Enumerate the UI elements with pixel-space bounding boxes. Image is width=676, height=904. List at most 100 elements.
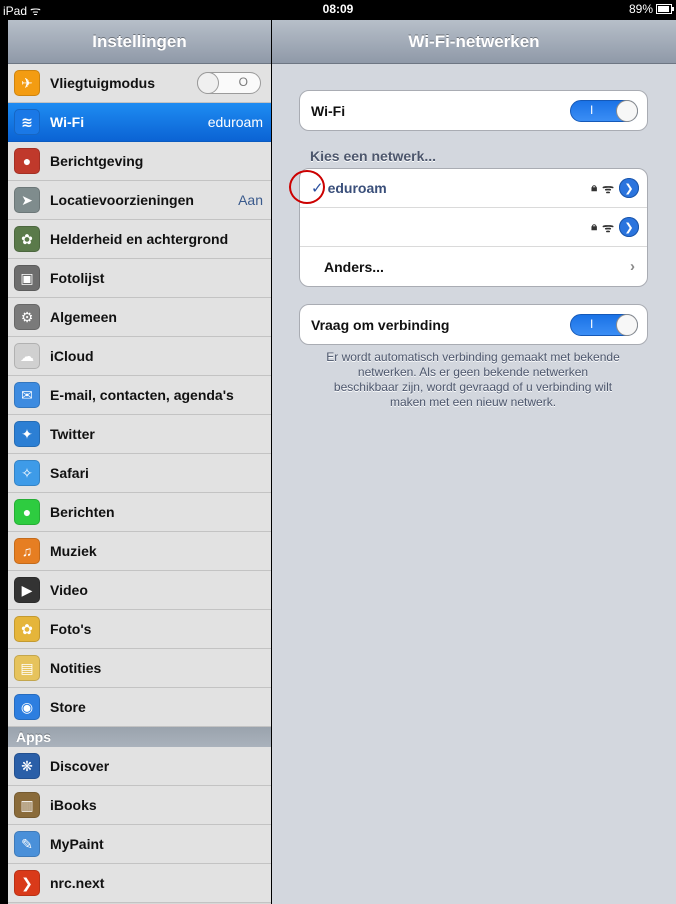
wifi-toggle[interactable]: I (570, 100, 638, 122)
sidebar-item-label: Video (50, 582, 88, 598)
redacted-network-name (348, 216, 384, 236)
sidebar-item-label: MyPaint (50, 836, 104, 852)
wifi-row: Wi-Fi I (300, 91, 647, 130)
other-network-row[interactable]: Anders... › (300, 247, 647, 286)
sidebar-item-label: iCloud (50, 348, 94, 364)
chevron-right-icon: › (630, 258, 635, 275)
sidebar-item-label: Discover (50, 758, 110, 774)
discover-icon: ❋ (14, 753, 40, 779)
sidebar-item-muziek[interactable]: ♫ Muziek (8, 532, 271, 571)
status-bar: iPad ᯤ 08:09 89% (0, 0, 676, 20)
sidebar-item-locatievoorzieningen[interactable]: ➤ Locatievoorzieningen Aan (8, 181, 271, 220)
airplane-icon: ✈ (14, 70, 40, 96)
icloud-icon: ☁ (14, 343, 40, 369)
wifi-networks-panel: Wi-Fi-netwerken Wi-Fi I Kies een netwerk… (272, 20, 676, 904)
nrc-icon: ❯ (14, 870, 40, 896)
settings-sidebar: Instellingen ✈ Vliegtuigmodus O ≋ Wi-Fi eduro… (8, 20, 271, 904)
twitter-icon: ✦ (14, 421, 40, 447)
wifi-strength-icon: ᯤ (602, 220, 614, 235)
apps-section-header: Apps (8, 727, 271, 747)
gear-icon: ⚙ (14, 304, 40, 330)
choose-network-label: Kies een netwerk... (310, 148, 437, 164)
sidebar-item-berichten[interactable]: ● Berichten (8, 493, 271, 532)
toggle-knob (616, 314, 638, 336)
notes-icon: ▤ (14, 655, 40, 681)
network-name: eduroam (327, 180, 387, 196)
ask-join-label: Vraag om verbinding (311, 316, 450, 333)
ask-join-group: Vraag om verbinding I (299, 304, 648, 345)
wifi-icon: ≋ (14, 109, 40, 135)
wifi-toggle-label: I (590, 103, 594, 117)
mail-icon: ✉ (14, 382, 40, 408)
music-icon: ♫ (14, 538, 40, 564)
sidebar-item-video[interactable]: ▶ Video (8, 571, 271, 610)
sidebar-item-helderheid-en-achtergrond[interactable]: ✿ Helderheid en achtergrond (8, 220, 271, 259)
messages-icon: ● (14, 499, 40, 525)
sidebar-item-mypaint[interactable]: ✎ MyPaint (8, 825, 271, 864)
battery-icon (656, 4, 674, 14)
picture-frame-icon: ▣ (14, 265, 40, 291)
sidebar-item-nrc-next[interactable]: ❯ nrc.next (8, 864, 271, 903)
ask-join-row: Vraag om verbinding I (300, 305, 647, 344)
toggle-knob (616, 100, 638, 122)
ask-join-toggle[interactable]: I (570, 314, 638, 336)
sidebar-item-label: Store (50, 699, 86, 715)
notifications-icon: ● (14, 148, 40, 174)
mypaint-icon: ✎ (14, 831, 40, 857)
toggle-knob (197, 72, 219, 94)
sidebar-title: Instellingen (8, 20, 271, 64)
sidebar-item-label: Berichten (50, 504, 115, 520)
network-icons: 🔒︎ ᯤ ❯ (591, 178, 639, 198)
ibooks-icon: ▥ (14, 792, 40, 818)
photos-icon: ✿ (14, 616, 40, 642)
sidebar-item-notities[interactable]: ▤ Notities (8, 649, 271, 688)
sidebar-item-label: Fotolijst (50, 270, 105, 286)
network-detail-button[interactable]: ❯ (619, 178, 639, 198)
sidebar-item-label: E-mail, contacten, agenda's (50, 387, 234, 403)
sidebar-item-algemeen[interactable]: ⚙ Algemeen (8, 298, 271, 337)
network-icons: 🔒︎ ᯤ ❯ (591, 217, 639, 237)
sidebar-item-e-mail-contacten-agenda-s[interactable]: ✉ E-mail, contacten, agenda's (8, 376, 271, 415)
sidebar-item-store[interactable]: ◉ Store (8, 688, 271, 727)
sidebar-item-fotolijst[interactable]: ▣ Fotolijst (8, 259, 271, 298)
network-row-hidden[interactable]: 🔒︎ ᯤ ❯ (300, 208, 647, 247)
network-detail-button[interactable]: ❯ (619, 217, 639, 237)
sidebar-item-detail: eduroam (207, 114, 263, 130)
sidebar-item-label: Notities (50, 660, 102, 676)
brightness-icon: ✿ (14, 226, 40, 252)
sidebar-item-label: nrc.next (50, 875, 105, 891)
wifi-group: Wi-Fi I (299, 90, 648, 131)
toggle-off-label: O (238, 75, 248, 89)
other-network-label: Anders... (324, 258, 384, 275)
sidebar-item-label: Vliegtuigmodus (50, 75, 155, 91)
sidebar-item-label: Berichtgeving (50, 153, 144, 169)
page-title: Wi-Fi-netwerken (272, 20, 676, 64)
sidebar-item-vliegtuigmodus[interactable]: ✈ Vliegtuigmodus O (8, 64, 271, 103)
sidebar-item-ibooks[interactable]: ▥ iBooks (8, 786, 271, 825)
sidebar-item-berichtgeving[interactable]: ● Berichtgeving (8, 142, 271, 181)
sidebar-item-discover[interactable]: ❋ Discover (8, 747, 271, 786)
sidebar-item-foto-s[interactable]: ✿ Foto's (8, 610, 271, 649)
sidebar-list: ✈ Vliegtuigmodus O ≋ Wi-Fi eduroam ● Berichtgev… (8, 64, 271, 903)
network-row-eduroam[interactable]: ✓ eduroam 🔒︎ ᯤ ❯ (300, 169, 647, 208)
wifi-strength-icon: ᯤ (602, 181, 614, 196)
sidebar-item-detail: Aan (238, 192, 263, 208)
lock-icon: 🔒︎ (591, 220, 598, 233)
battery-percent: 89% (628, 2, 653, 16)
sidebar-item-label: Algemeen (50, 309, 117, 325)
airplane-mode-toggle[interactable]: O (197, 72, 261, 94)
sidebar-item-wi-fi[interactable]: ≋ Wi-Fi eduroam (8, 103, 271, 142)
sidebar-item-label: Muziek (50, 543, 97, 559)
lock-icon: 🔒︎ (591, 181, 598, 194)
ask-join-description: Er wordt automatisch verbinding gemaakt … (326, 350, 620, 409)
sidebar-item-label: iBooks (50, 797, 97, 813)
sidebar-item-icloud[interactable]: ☁ iCloud (8, 337, 271, 376)
sidebar-item-safari[interactable]: ✧ Safari (8, 454, 271, 493)
status-right: 89% (628, 2, 674, 16)
sidebar-item-label: Safari (50, 465, 89, 481)
sidebar-item-twitter[interactable]: ✦ Twitter (8, 415, 271, 454)
ask-join-toggle-label: I (590, 317, 594, 331)
sidebar-item-label: Wi-Fi (50, 114, 85, 130)
sidebar-item-label: Helderheid en achtergrond (50, 231, 229, 247)
wifi-row-label: Wi-Fi (311, 102, 346, 119)
